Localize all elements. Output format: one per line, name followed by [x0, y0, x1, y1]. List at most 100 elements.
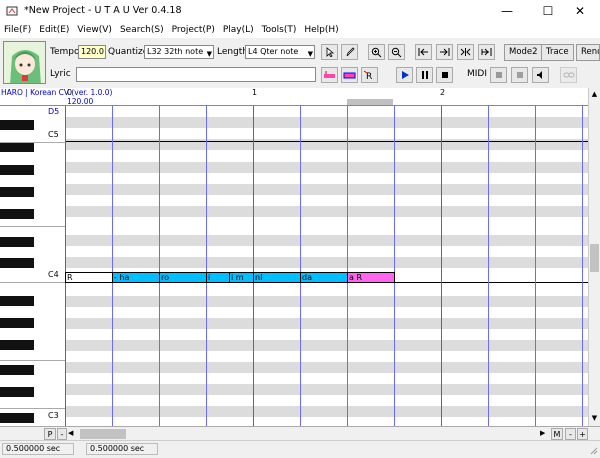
note-rest-start[interactable]: R [65, 272, 113, 283]
black-key[interactable] [0, 296, 34, 306]
menu-view[interactable]: View(V) [73, 22, 116, 38]
quantize-label: Quantize [108, 47, 149, 57]
black-key[interactable] [0, 318, 34, 328]
play-button[interactable] [396, 67, 413, 83]
pencil-tool-button[interactable] [341, 44, 358, 60]
note-grid[interactable]: R - ha ro i i m nI da a R [65, 106, 588, 426]
svg-text:R: R [366, 72, 372, 80]
scroll-down-icon[interactable]: ▼ [590, 414, 599, 422]
note-im[interactable]: i m [229, 272, 254, 283]
black-key[interactable] [0, 387, 34, 397]
black-key[interactable] [0, 142, 34, 152]
horizontal-scroll-thumb[interactable] [80, 429, 126, 439]
close-button[interactable]: ✕ [560, 0, 600, 22]
quantize-select[interactable]: L32 32th note ▼ [144, 45, 214, 59]
measure-ruler[interactable]: HARO | Korean CV (ver. 1.0.0) 120.00 0 1… [0, 88, 588, 106]
length-select[interactable]: L4 Qter note ▼ [245, 45, 315, 59]
black-key[interactable] [0, 413, 34, 423]
pause-icon [421, 71, 428, 79]
loop-range-bar[interactable] [347, 99, 393, 105]
add-note-button[interactable] [321, 67, 338, 83]
midi-label: MIDI [467, 69, 488, 79]
note-property-button[interactable] [341, 67, 358, 83]
note-da[interactable]: da [300, 272, 348, 283]
note-lyric: i [208, 273, 211, 282]
zoom-out-button[interactable] [388, 44, 405, 60]
menu-help[interactable]: Help(H) [300, 22, 342, 38]
stop-icon [441, 72, 448, 78]
menu-tools[interactable]: Tools(T) [258, 22, 301, 38]
mode2-button[interactable]: Mode2 [504, 44, 543, 61]
key-label-c4: C4 [48, 270, 59, 279]
menu-play[interactable]: Play(L) [219, 22, 258, 38]
resize-grip-icon[interactable] [588, 445, 598, 455]
lyric-input[interactable] [76, 67, 316, 82]
merge-icon [481, 48, 492, 56]
measure-1: 1 [252, 88, 258, 97]
note-ha[interactable]: - ha [112, 272, 160, 283]
tempo-input[interactable]: 120.0 [78, 45, 106, 59]
black-key[interactable] [0, 365, 34, 375]
m-button[interactable]: M [551, 428, 563, 440]
stop-button[interactable] [436, 67, 453, 83]
black-key[interactable] [0, 258, 34, 268]
render-button[interactable]: Rend [576, 44, 600, 61]
split-button[interactable] [457, 44, 474, 60]
plus-button[interactable]: + [577, 428, 588, 440]
minus-button[interactable]: - [565, 428, 576, 440]
note-property-icon [343, 72, 356, 79]
zoom-in-icon [371, 47, 382, 57]
black-key[interactable] [0, 237, 34, 247]
midi-record-button[interactable] [490, 67, 507, 83]
note-i[interactable]: i [206, 272, 230, 283]
note-add-icon [324, 71, 335, 78]
scroll-up-icon[interactable]: ▲ [590, 90, 599, 98]
vertical-scrollbar[interactable]: ▲ ▼ [588, 88, 600, 426]
note-lyric: R [67, 273, 73, 282]
scroll-right-icon[interactable]: ▶ [540, 429, 548, 439]
minimize-button[interactable]: — [487, 0, 527, 22]
menu-bar: File(F) Edit(E) View(V) Search(S) Projec… [0, 22, 600, 38]
black-key[interactable] [0, 187, 34, 197]
pause-button[interactable] [416, 67, 433, 83]
move-left-button[interactable] [415, 44, 432, 60]
note-a-rest[interactable]: a R [347, 272, 395, 283]
menu-file[interactable]: File(F) [0, 22, 35, 38]
pointer-icon [326, 47, 334, 57]
link-button[interactable] [560, 67, 577, 83]
rest-icon: R [363, 70, 372, 80]
voicebank-avatar[interactable] [3, 41, 46, 84]
horizontal-scroll-row: P - ◀ ▶ M - + [0, 426, 600, 440]
title-bar: *New Project - U T A U Ver 0.4.18 — ☐ ✕ [0, 0, 600, 22]
status-time-1: 0.500000 sec [2, 443, 74, 455]
note-ro[interactable]: ro [159, 272, 207, 283]
move-right-button[interactable] [436, 44, 453, 60]
rest-insert-button[interactable]: R [361, 67, 378, 83]
p-button[interactable]: P [44, 428, 56, 440]
midi-icon [516, 72, 523, 78]
arrow-right-bar-icon [440, 48, 450, 56]
note-lyric: i m [231, 273, 244, 282]
menu-edit[interactable]: Edit(E) [35, 22, 73, 38]
black-key[interactable] [0, 209, 34, 219]
merge-button[interactable] [478, 44, 495, 60]
black-key[interactable] [0, 165, 34, 175]
zoom-in-button[interactable] [368, 44, 385, 60]
piano-keyboard[interactable]: D5 C5 C4 C3 [0, 106, 65, 426]
midi-settings-button[interactable] [511, 67, 528, 83]
status-bar: 0.500000 sec 0.500000 sec [0, 440, 600, 455]
note-ni[interactable]: nI [253, 272, 301, 283]
note-lyric: da [302, 273, 312, 282]
vertical-scroll-thumb[interactable] [590, 244, 599, 272]
volume-button[interactable] [532, 67, 549, 83]
black-key[interactable] [0, 340, 34, 350]
menu-project[interactable]: Project(P) [168, 22, 219, 38]
trace-button[interactable]: Trace [541, 44, 574, 61]
pointer-tool-button[interactable] [321, 44, 338, 60]
black-key[interactable] [0, 120, 34, 130]
scroll-left-icon[interactable]: ◀ [68, 429, 76, 439]
minus-zoom-button[interactable]: - [57, 428, 67, 440]
menu-search[interactable]: Search(S) [116, 22, 168, 38]
key-label-c5: C5 [48, 130, 59, 139]
play-icon [401, 71, 409, 79]
